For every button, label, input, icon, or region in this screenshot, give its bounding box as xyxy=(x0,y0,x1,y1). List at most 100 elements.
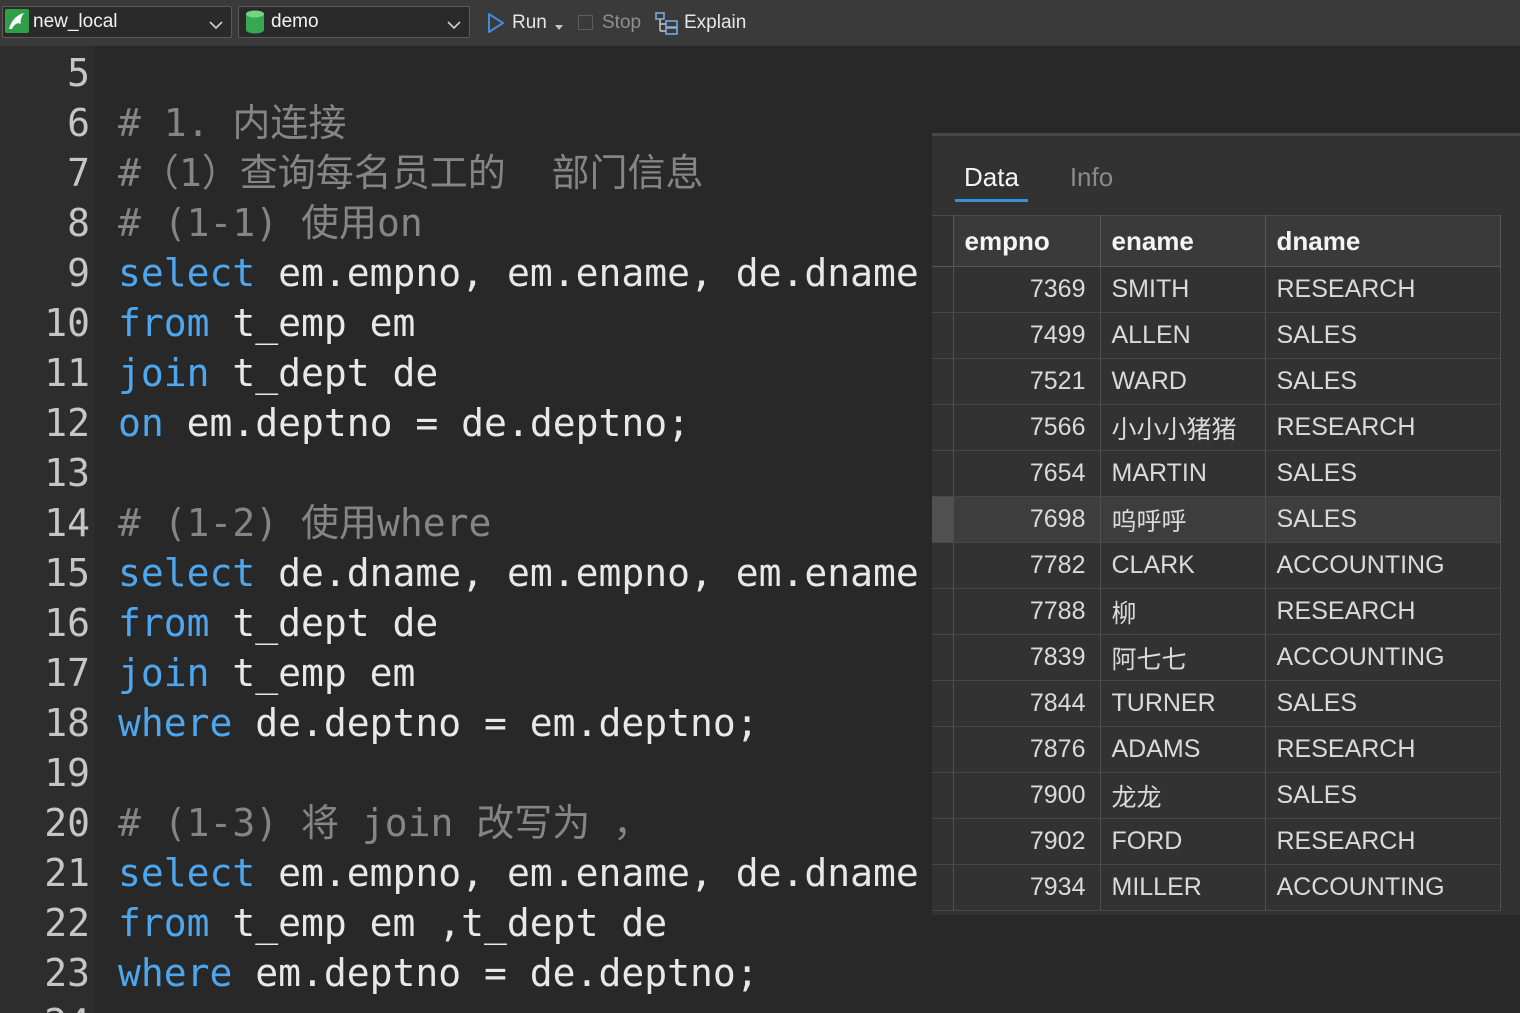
row-selector[interactable] xyxy=(932,358,954,405)
stop-button[interactable]: Stop xyxy=(575,8,647,38)
cell-dname[interactable]: RESEARCH xyxy=(1265,726,1501,773)
cell-empno[interactable]: 7566 xyxy=(953,404,1101,451)
row-selector[interactable] xyxy=(932,588,954,635)
row-selector[interactable] xyxy=(932,772,954,819)
code-text[interactable]: # (1-3) 将 join 改写为 ， xyxy=(118,798,651,848)
code-text[interactable]: where em.deptno = de.deptno; xyxy=(118,948,759,998)
tab-info[interactable]: Info xyxy=(1055,155,1128,202)
row-selector[interactable] xyxy=(932,864,954,911)
cell-ename[interactable]: TURNER xyxy=(1100,680,1266,727)
code-text[interactable]: select em.empno, em.ename, de.dname xyxy=(118,248,919,298)
row-selector[interactable] xyxy=(932,266,954,313)
caret-down-icon[interactable] xyxy=(553,19,565,30)
cell-empno[interactable]: 7902 xyxy=(953,818,1101,865)
cell-empno[interactable]: 7499 xyxy=(953,312,1101,359)
cell-ename[interactable]: 柳 xyxy=(1100,588,1266,635)
code-text[interactable]: from t_emp em xyxy=(118,298,415,348)
result-row[interactable]: 7654 MARTIN SALES xyxy=(932,450,1501,497)
row-selector[interactable] xyxy=(932,680,954,727)
cell-empno[interactable]: 7876 xyxy=(953,726,1101,773)
cell-empno[interactable]: 7654 xyxy=(953,450,1101,497)
cell-ename[interactable]: ALLEN xyxy=(1100,312,1266,359)
result-row[interactable]: 7499 ALLEN SALES xyxy=(932,312,1501,359)
editor-line[interactable]: 23 where em.deptno = de.deptno; xyxy=(0,948,1520,998)
cell-empno[interactable]: 7839 xyxy=(953,634,1101,681)
cell-ename[interactable]: FORD xyxy=(1100,818,1266,865)
code-text[interactable]: on em.deptno = de.deptno; xyxy=(118,398,690,448)
code-text[interactable]: # 1. 内连接 xyxy=(118,98,346,148)
result-row[interactable]: 7900 龙龙 SALES xyxy=(932,772,1501,819)
cell-empno[interactable]: 7698 xyxy=(953,496,1101,543)
cell-dname[interactable]: SALES xyxy=(1265,496,1501,543)
cell-empno[interactable]: 7900 xyxy=(953,772,1101,819)
column-header-ename[interactable]: ename xyxy=(1100,215,1266,267)
result-row[interactable]: 7782 CLARK ACCOUNTING xyxy=(932,542,1501,589)
cell-dname[interactable]: SALES xyxy=(1265,450,1501,497)
code-text[interactable]: where de.deptno = em.deptno; xyxy=(118,698,759,748)
cell-ename[interactable]: CLARK xyxy=(1100,542,1266,589)
cell-dname[interactable]: SALES xyxy=(1265,680,1501,727)
result-row[interactable]: 7934 MILLER ACCOUNTING xyxy=(932,864,1501,911)
result-row[interactable]: 7566 小小小猪猪 RESEARCH xyxy=(932,404,1501,451)
column-header-dname[interactable]: dname xyxy=(1265,215,1501,267)
row-selector[interactable] xyxy=(932,818,954,865)
column-header-empno[interactable]: empno xyxy=(953,215,1101,267)
result-row[interactable]: 7902 FORD RESEARCH xyxy=(932,818,1501,865)
cell-dname[interactable]: ACCOUNTING xyxy=(1265,864,1501,911)
code-text[interactable]: #（1）查询每名员工的 部门信息 xyxy=(118,148,704,198)
cell-ename[interactable]: WARD xyxy=(1100,358,1266,405)
cell-dname[interactable]: RESEARCH xyxy=(1265,266,1501,313)
cell-empno[interactable]: 7844 xyxy=(953,680,1101,727)
result-row[interactable]: 7788 柳 RESEARCH xyxy=(932,588,1501,635)
cell-empno[interactable]: 7934 xyxy=(953,864,1101,911)
row-selector[interactable] xyxy=(932,450,954,497)
cell-dname[interactable]: SALES xyxy=(1265,312,1501,359)
code-text[interactable]: select de.dname, em.empno, em.ename xyxy=(118,548,919,598)
cell-dname[interactable]: ACCOUNTING xyxy=(1265,542,1501,589)
cell-dname[interactable]: ACCOUNTING xyxy=(1265,634,1501,681)
row-selector[interactable] xyxy=(932,542,954,589)
cell-dname[interactable]: SALES xyxy=(1265,772,1501,819)
code-text[interactable]: # (1-2) 使用where xyxy=(118,498,491,548)
row-selector[interactable] xyxy=(932,496,954,543)
explain-button[interactable]: Explain xyxy=(652,8,752,38)
cell-dname[interactable]: RESEARCH xyxy=(1265,588,1501,635)
result-row[interactable]: 7876 ADAMS RESEARCH xyxy=(932,726,1501,773)
cell-ename[interactable]: ADAMS xyxy=(1100,726,1266,773)
cell-ename[interactable]: MILLER xyxy=(1100,864,1266,911)
cell-dname[interactable]: RESEARCH xyxy=(1265,818,1501,865)
code-text[interactable]: join t_dept de xyxy=(118,348,438,398)
cell-empno[interactable]: 7782 xyxy=(953,542,1101,589)
run-button[interactable]: Run xyxy=(484,8,552,38)
code-text[interactable]: select em.empno, em.ename, de.dname xyxy=(118,848,919,898)
cell-ename[interactable]: SMITH xyxy=(1100,266,1266,313)
editor-line[interactable]: 5 xyxy=(0,48,1520,98)
cell-empno[interactable]: 7369 xyxy=(953,266,1101,313)
row-selector[interactable] xyxy=(932,634,954,681)
cell-ename[interactable]: MARTIN xyxy=(1100,450,1266,497)
code-text[interactable]: join t_emp em xyxy=(118,648,415,698)
database-select[interactable]: demo xyxy=(238,6,470,38)
tab-data[interactable]: Data xyxy=(955,155,1028,202)
grid-corner[interactable] xyxy=(932,215,954,267)
cell-ename[interactable]: 阿七七 xyxy=(1100,634,1266,681)
cell-dname[interactable]: RESEARCH xyxy=(1265,404,1501,451)
cell-empno[interactable]: 7788 xyxy=(953,588,1101,635)
cell-dname[interactable]: SALES xyxy=(1265,358,1501,405)
connection-select[interactable]: new_local xyxy=(2,6,232,38)
code-text[interactable]: from t_dept de xyxy=(118,598,438,648)
row-selector[interactable] xyxy=(932,404,954,451)
result-row[interactable]: 7369 SMITH RESEARCH xyxy=(932,266,1501,313)
cell-ename[interactable]: 龙龙 xyxy=(1100,772,1266,819)
code-text[interactable]: from t_emp em ,t_dept de xyxy=(118,898,667,948)
row-selector[interactable] xyxy=(932,312,954,359)
editor-line[interactable]: 24 xyxy=(0,998,1520,1013)
cell-ename[interactable]: 小小小猪猪 xyxy=(1100,404,1266,451)
code-text[interactable]: # (1-1) 使用on xyxy=(118,198,423,248)
cell-ename[interactable]: 呜呼呼 xyxy=(1100,496,1266,543)
row-selector[interactable] xyxy=(932,726,954,773)
result-row[interactable]: 7698 呜呼呼 SALES xyxy=(932,496,1501,543)
result-row[interactable]: 7521 WARD SALES xyxy=(932,358,1501,405)
result-row[interactable]: 7839 阿七七 ACCOUNTING xyxy=(932,634,1501,681)
result-row[interactable]: 7844 TURNER SALES xyxy=(932,680,1501,727)
